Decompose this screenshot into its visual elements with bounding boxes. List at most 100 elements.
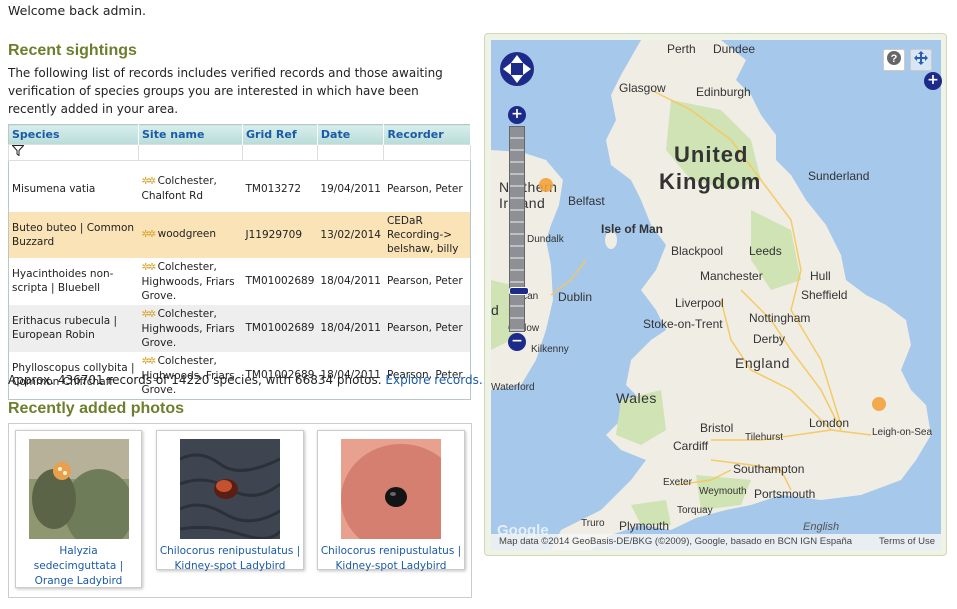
photo-thumbnail[interactable] (180, 439, 280, 539)
map-label: Kilkenny (531, 344, 569, 355)
filter-cell[interactable] (242, 144, 318, 161)
column-header-date[interactable]: Date (317, 124, 385, 145)
photo-caption[interactable]: Chilocorus renipustulatus | Kidney-spot … (320, 544, 462, 574)
map-label: Truro (581, 518, 605, 529)
records-table: Species Site name Grid Ref Date Recorder… (8, 124, 471, 400)
map-label: Hull (810, 269, 831, 283)
map-label: Derby (753, 332, 786, 346)
map-label: Leigh-on-Sea (872, 427, 933, 438)
map-label: Dundalk (527, 234, 564, 245)
map-label: Bristol (700, 421, 734, 435)
map-label: Portsmouth (754, 487, 816, 501)
map-label: United (674, 142, 749, 167)
column-header-recorder[interactable]: Recorder (383, 124, 471, 145)
column-header-species[interactable]: Species (8, 124, 139, 145)
map-label: Kingdom (659, 169, 762, 194)
map-label: Exeter (663, 477, 692, 488)
table-header-row: Species Site name Grid Ref Date Recorder (8, 124, 471, 145)
date-cell: 18/04/2011 (317, 257, 384, 305)
layer-switcher-button[interactable]: + (924, 72, 942, 90)
explore-records-link[interactable]: Explore records... (385, 373, 490, 387)
date-cell: 19/04/2011 (317, 165, 384, 212)
terms-of-use-link[interactable]: Terms of Use (879, 536, 935, 547)
grid-ref-cell: TM013272 (242, 165, 318, 212)
map-label: Torquay (677, 505, 713, 516)
map-label: Isle of Man (601, 222, 664, 236)
column-header-grid-ref[interactable]: Grid Ref (242, 124, 318, 145)
zoom-in-button[interactable]: + (508, 106, 526, 124)
map-label: Leeds (749, 244, 782, 258)
photo-card[interactable]: Halyzia sedecimguttata | Orange Ladybird (15, 430, 142, 588)
photo-caption[interactable]: Chilocorus renipustulatus | Kidney-spot … (159, 544, 301, 574)
map-label: Stoke-on-Trent (643, 317, 723, 331)
table-row[interactable]: Misumena vatia ✲✲ Colchester, Chalfont R… (8, 165, 471, 212)
filter-cell[interactable] (316, 144, 385, 161)
filter-icon[interactable] (11, 145, 25, 157)
map-label: Tilehurst (745, 432, 783, 443)
move-arrows-icon (914, 51, 928, 65)
svg-text:?: ? (891, 53, 898, 65)
map-label: Sunderland (808, 169, 870, 183)
filter-row (8, 144, 471, 161)
table-row[interactable]: Hyacinthoides non-scripta | Bluebell ✲✲ … (8, 257, 471, 305)
map-label: Liverpool (675, 296, 724, 310)
date-cell: 18/04/2011 (317, 304, 384, 352)
map-label: London (809, 416, 850, 430)
filter-cell[interactable] (8, 144, 139, 161)
attribution-text: Map data ©2014 GeoBasis-DE/BKG (©2009), … (499, 536, 853, 547)
record-marker[interactable] (872, 397, 886, 411)
map-label: Sheffield (801, 288, 848, 302)
verification-icon: ✲✲ (141, 176, 157, 187)
site-cell: ✲✲ Colchester, Chalfont Rd (138, 165, 243, 212)
move-tool-button[interactable] (910, 49, 932, 71)
map-label: Dundee (713, 42, 756, 56)
help-button[interactable]: ? (883, 49, 905, 71)
zoom-slider-handle[interactable] (509, 287, 529, 295)
sea-label: English (803, 521, 840, 533)
map-label: Glasgow (619, 81, 666, 95)
map-attribution: Map data ©2014 GeoBasis-DE/BKG (©2009), … (491, 534, 941, 550)
column-header-site-name[interactable]: Site name (138, 124, 243, 145)
grid-ref-cell: J11929709 (242, 211, 318, 258)
recent-sightings-heading: Recent sightings (8, 42, 137, 59)
map-canvas[interactable]: Perth Dundee Glasgow Edinburgh United Ki… (491, 40, 941, 550)
zoom-control[interactable]: + − (508, 106, 529, 352)
photo-card[interactable]: Chilocorus renipustulatus | Kidney-spot … (156, 430, 304, 572)
table-row[interactable]: Erithacus rubecula | European Robin ✲✲ C… (8, 304, 471, 352)
site-cell: ✲✲ Colchester, Highwoods, Friars Grove. (138, 257, 243, 305)
zoom-out-button[interactable]: − (508, 333, 526, 351)
filter-cell[interactable] (138, 144, 243, 161)
species-cell: Hyacinthoides non-scripta | Bluebell (8, 257, 139, 305)
question-icon: ? (887, 51, 901, 65)
record-marker[interactable] (539, 178, 553, 192)
records-summary: Approx. 436701 records of 14220 species,… (8, 373, 491, 387)
photo-card[interactable]: Chilocorus renipustulatus | Kidney-spot … (317, 430, 465, 572)
species-cell: Misumena vatia (8, 165, 139, 212)
map-label: Perth (667, 42, 696, 56)
map-label: Weymouth (699, 486, 747, 497)
map-label: Edinburgh (696, 85, 751, 99)
zoom-slider-track[interactable] (509, 126, 529, 332)
map-label: Dublin (558, 290, 593, 304)
filter-cell[interactable] (383, 144, 471, 161)
map-label: Southampton (733, 462, 805, 476)
site-cell: ✲✲ woodgreen (138, 211, 243, 258)
grid-ref-cell: TM01002689 (242, 257, 318, 305)
species-cell: Buteo buteo | Common Buzzard (8, 211, 139, 258)
map-label: Plymouth (619, 519, 670, 533)
photo-caption[interactable]: Halyzia sedecimguttata | Orange Ladybird (18, 544, 139, 589)
recorder-cell: Pearson, Peter (383, 304, 471, 352)
recorder-cell: Pearson, Peter (383, 165, 471, 212)
recorder-cell: CEDaR Recording-> belshaw, billy (383, 211, 471, 258)
table-row[interactable]: Buteo buteo | Common Buzzard ✲✲ woodgree… (8, 211, 471, 258)
grid-ref-cell: TM01002689 (242, 304, 318, 352)
photo-thumbnail[interactable] (341, 439, 441, 539)
map-label: Waterford (491, 382, 535, 393)
pan-control[interactable] (497, 47, 537, 91)
map-label: England (735, 355, 790, 371)
verification-icon: ✲✲ (141, 308, 157, 320)
photo-thumbnail[interactable] (29, 439, 129, 539)
map-label: d (491, 302, 500, 318)
species-cell: Erithacus rubecula | European Robin (8, 304, 139, 352)
map-label: Blackpool (671, 244, 724, 258)
